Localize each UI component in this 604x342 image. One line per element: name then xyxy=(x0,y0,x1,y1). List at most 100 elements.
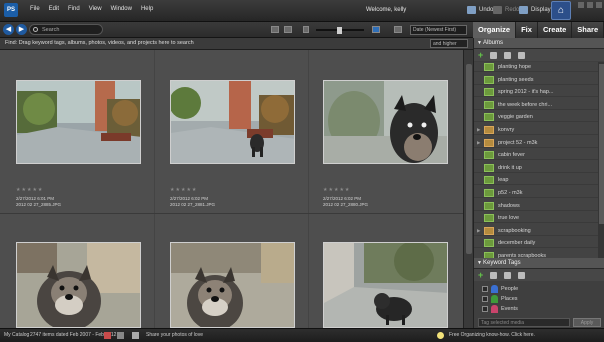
tip-link[interactable]: Free Organizing know-how. Click here. xyxy=(449,329,535,342)
catalog-name[interactable]: My Catalog xyxy=(4,329,29,342)
share-icon[interactable] xyxy=(132,332,139,339)
edit-tag-icon[interactable] xyxy=(504,271,512,279)
view-details-icon[interactable] xyxy=(284,26,292,33)
album-item[interactable]: leap xyxy=(474,175,598,186)
tab-organize[interactable]: Organize xyxy=(473,22,517,38)
delete-album-icon[interactable] xyxy=(490,51,498,59)
album-item[interactable]: spring 2012 - it's hap... xyxy=(474,87,598,98)
rating-filter-select[interactable]: and higher xyxy=(430,39,468,48)
photo-thumbnail[interactable] xyxy=(170,80,295,164)
album-item[interactable]: cabin fever xyxy=(474,150,598,161)
rating-stars[interactable]: ★★★★★ xyxy=(323,187,350,193)
albums-scrollbar[interactable] xyxy=(598,62,604,280)
folder-icon xyxy=(484,226,494,235)
album-item[interactable]: ▶ project 52 - m3k xyxy=(474,138,598,148)
rating-stars[interactable]: ★★★★★ xyxy=(16,187,43,193)
albums-toolbar: + xyxy=(474,49,604,61)
full-screen-icon[interactable] xyxy=(394,26,402,33)
albums-header[interactable]: ▼ Albums xyxy=(474,38,604,49)
lightbulb-icon xyxy=(437,332,444,339)
album-icon xyxy=(484,75,494,84)
sort-order-select[interactable]: Date (Newest First) xyxy=(410,25,467,35)
albums-list: planting hope planting seeds spring 2012 -… xyxy=(474,62,598,280)
small-thumb-icon[interactable] xyxy=(303,26,309,33)
delete-tag-icon[interactable] xyxy=(490,271,498,279)
album-label: planting hope xyxy=(498,64,532,70)
tab-create[interactable]: Create xyxy=(538,22,573,38)
home-button[interactable]: ⌂ xyxy=(551,1,571,20)
flag-icon[interactable] xyxy=(104,332,111,339)
rating-stars[interactable]: ★★★★★ xyxy=(170,187,197,193)
search-placeholder: Search xyxy=(42,27,60,33)
album-label: spring 2012 - it's hap... xyxy=(498,89,554,96)
tag-options-icon[interactable] xyxy=(518,271,526,279)
collapse-triangle-icon: ▼ xyxy=(477,40,482,46)
slider-thumb[interactable] xyxy=(337,27,342,34)
album-item[interactable]: ▶ konvry xyxy=(474,125,598,135)
keyword-tag-item[interactable]: People xyxy=(474,284,598,294)
keyword-tags-header[interactable]: ▼ Keyword Tags xyxy=(474,258,604,269)
scrollbar-thumb[interactable] xyxy=(599,64,604,224)
thumbnail-size-slider[interactable] xyxy=(316,27,364,34)
photo-thumbnail[interactable] xyxy=(323,80,448,164)
menu-view[interactable]: View xyxy=(89,6,102,12)
photo-thumbnail[interactable] xyxy=(16,242,141,328)
tab-fix[interactable]: Fix xyxy=(516,22,538,38)
tag-selected-media-input[interactable]: Tag selected media xyxy=(478,318,570,327)
add-tag-icon[interactable]: + xyxy=(478,270,483,280)
redo-icon xyxy=(493,6,502,14)
photo-thumbnail[interactable] xyxy=(323,242,448,328)
tag-checkbox[interactable] xyxy=(482,286,488,292)
menu-help[interactable]: Help xyxy=(141,6,153,12)
media-scrollbar[interactable] xyxy=(463,50,473,328)
album-item[interactable]: planting seeds xyxy=(474,75,598,85)
forward-button[interactable]: ▶ xyxy=(16,24,27,35)
dog-walk-photo xyxy=(324,243,447,327)
patio-photo xyxy=(17,81,140,163)
photo-thumbnail[interactable] xyxy=(170,242,295,328)
undo-button[interactable]: Undo xyxy=(467,6,493,14)
keyword-tag-item[interactable]: Events xyxy=(474,304,598,314)
close-icon[interactable] xyxy=(596,2,602,8)
find-bar[interactable]: Find: Drag keyword tags, albums, photos,… xyxy=(0,38,473,50)
album-item[interactable]: december daily xyxy=(474,238,598,249)
photo-thumbnail[interactable] xyxy=(16,80,141,164)
scrollbar-thumb[interactable] xyxy=(466,64,472,254)
album-icon xyxy=(484,163,494,172)
menu-edit[interactable]: Edit xyxy=(49,6,59,12)
album-item[interactable]: drink it up xyxy=(474,163,598,173)
minimize-icon[interactable] xyxy=(578,2,584,8)
album-item[interactable]: shadows xyxy=(474,201,598,211)
sync-icon[interactable] xyxy=(117,332,124,339)
album-item[interactable]: planting hope xyxy=(474,62,598,72)
search-input[interactable]: Search xyxy=(29,24,103,35)
maximize-icon[interactable] xyxy=(587,2,593,8)
tag-checkbox[interactable] xyxy=(482,306,488,312)
share-promo-text[interactable]: Share your photos of love xyxy=(146,329,203,342)
add-album-icon[interactable]: + xyxy=(478,50,483,60)
album-item[interactable]: ▶ scrapbooking xyxy=(474,226,598,236)
tab-share[interactable]: Share xyxy=(572,22,604,38)
menu-find[interactable]: Find xyxy=(68,6,80,12)
apply-button[interactable]: Apply xyxy=(573,318,601,327)
keyword-tag-item[interactable]: Places xyxy=(474,294,598,304)
large-thumb-icon[interactable] xyxy=(372,26,380,33)
album-icon xyxy=(484,151,494,160)
display-button[interactable]: Display xyxy=(519,6,551,14)
album-item[interactable]: veggie garden xyxy=(474,112,598,123)
tags-toolbar: + xyxy=(474,269,604,281)
album-item[interactable]: the week before chri... xyxy=(474,100,598,110)
redo-button[interactable]: Redo xyxy=(493,6,519,14)
view-grid-icon[interactable] xyxy=(271,26,279,33)
album-options-icon[interactable] xyxy=(518,51,526,59)
album-item[interactable]: true love xyxy=(474,213,598,224)
back-button[interactable]: ◀ xyxy=(3,24,14,35)
dog-sit2-photo xyxy=(171,243,294,327)
album-icon xyxy=(484,201,494,210)
album-label: drink it up xyxy=(498,164,522,171)
menu-file[interactable]: File xyxy=(30,6,40,12)
menu-window[interactable]: Window xyxy=(111,6,132,12)
album-item[interactable]: p52 - m3k xyxy=(474,188,598,198)
edit-album-icon[interactable] xyxy=(504,51,512,59)
tag-checkbox[interactable] xyxy=(482,296,488,302)
